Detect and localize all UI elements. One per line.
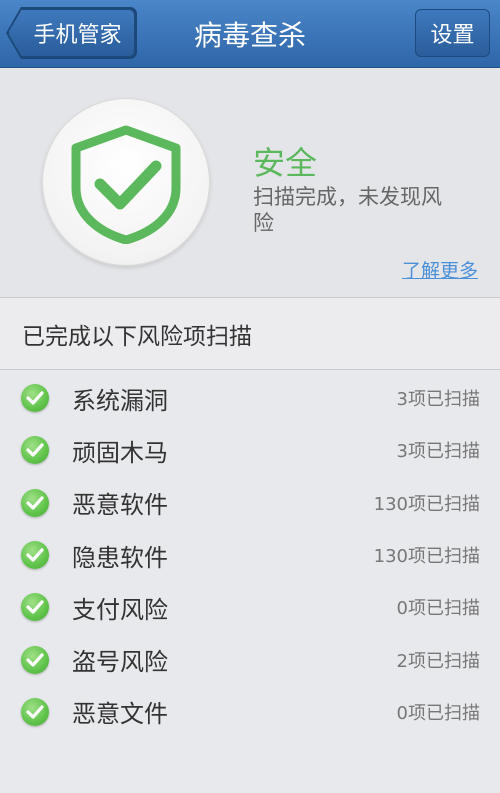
shield-badge bbox=[42, 98, 210, 266]
item-count: 0项已扫描 bbox=[396, 598, 480, 620]
list-item: 恶意软件 130项已扫描 bbox=[0, 477, 500, 529]
list-item: 顽固木马 3项已扫描 bbox=[0, 424, 500, 476]
list-item: 支付风险 0项已扫描 bbox=[0, 581, 500, 633]
scan-status-panel: 安全 扫描完成，未发现风险 了解更多 bbox=[0, 68, 500, 298]
settings-button[interactable]: 设置 bbox=[415, 9, 490, 57]
item-label: 盗号风险 bbox=[72, 648, 168, 677]
item-label: 顽固木马 bbox=[72, 438, 168, 467]
check-icon bbox=[21, 488, 49, 517]
list-item: 系统漏洞 3项已扫描 bbox=[0, 372, 500, 424]
item-count: 2项已扫描 bbox=[396, 650, 480, 672]
back-button[interactable]: 手机管家 bbox=[8, 9, 135, 57]
shield-check-icon bbox=[71, 125, 181, 244]
check-icon bbox=[21, 541, 49, 570]
item-count: 3项已扫描 bbox=[396, 389, 480, 411]
list-item: 隐患软件 130项已扫描 bbox=[0, 529, 500, 581]
item-label: 系统漏洞 bbox=[72, 386, 168, 415]
back-button-label: 手机管家 bbox=[33, 23, 122, 48]
check-icon bbox=[21, 697, 49, 726]
scan-item-list: 系统漏洞 3项已扫描 顽固木马 3项已扫描 恶意软件 130项已扫描 隐患软件 130项已扫描… bbox=[0, 372, 500, 738]
section-heading: 已完成以下风险项扫描 bbox=[0, 298, 500, 370]
item-count: 130项已扫描 bbox=[373, 493, 480, 515]
status-description: 扫描完成，未发现风险 bbox=[253, 185, 442, 235]
item-label: 恶意文件 bbox=[72, 700, 168, 729]
check-icon bbox=[21, 384, 49, 413]
item-count: 3项已扫描 bbox=[396, 441, 480, 463]
settings-button-label: 设置 bbox=[430, 23, 475, 48]
item-count: 0项已扫描 bbox=[396, 702, 480, 724]
item-label: 恶意软件 bbox=[72, 491, 168, 520]
learn-more-link[interactable]: 了解更多 bbox=[402, 256, 478, 283]
item-count: 130项已扫描 bbox=[373, 546, 480, 568]
check-icon bbox=[21, 436, 49, 465]
status-title: 安全 bbox=[253, 144, 318, 182]
item-label: 隐患软件 bbox=[72, 543, 168, 572]
item-label: 支付风险 bbox=[72, 595, 168, 624]
list-item: 盗号风险 2项已扫描 bbox=[0, 633, 500, 685]
list-item: 恶意文件 0项已扫描 bbox=[0, 686, 500, 738]
check-icon bbox=[21, 593, 49, 622]
title-bar: 手机管家 病毒查杀 设置 bbox=[0, 0, 500, 68]
check-icon bbox=[21, 645, 49, 674]
